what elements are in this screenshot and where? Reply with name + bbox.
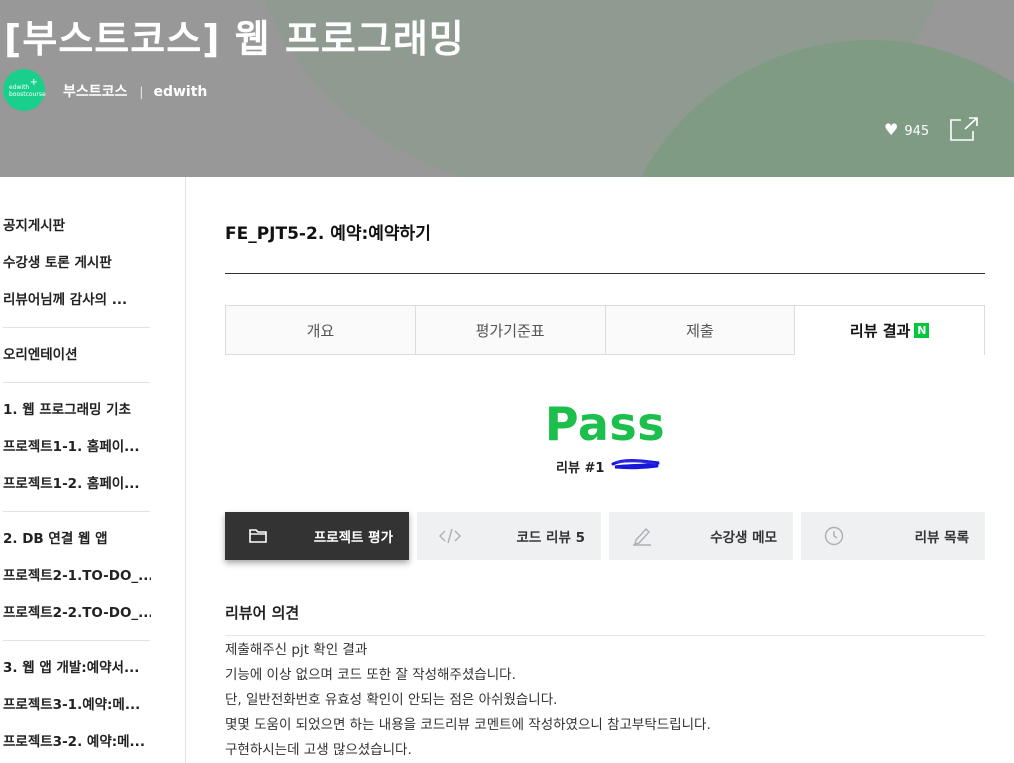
sidebar-item-thanks-reviewer[interactable]: 리뷰어님께 감사의 ... <box>3 282 151 319</box>
title-divider <box>225 273 985 274</box>
sidebar-item-project3-1[interactable]: 프로젝트3-1.예약:메... <box>3 687 151 724</box>
sidebar-group-orientation: 오리엔테이션 <box>0 337 185 374</box>
pencil-icon <box>633 527 651 546</box>
mission-title: FE_PJT5-2. 예약:예약하기 <box>225 224 431 244</box>
review-result-status: Pass <box>544 397 666 451</box>
tab-rubric[interactable]: 평가기준표 <box>415 306 606 355</box>
folder-icon <box>249 529 267 543</box>
mission-tabs: 개요 평가기준표 제출 리뷰 결과 N <box>225 305 985 355</box>
opinion-line: 기능에 이상 없으며 코드 또한 잘 작성해주셨습니다. <box>225 667 516 683</box>
reviewer-opinion-body: 제출해주신 pjt 확인 결과 기능에 이상 없으며 코드 또한 잘 작성해주셨… <box>225 638 985 763</box>
sidebar-item-notice-board[interactable]: 공지게시판 <box>3 208 151 245</box>
breadcrumb-separator: | <box>139 85 144 99</box>
student-memo-button[interactable]: 수강생 메모 <box>609 512 793 560</box>
tab-review-result[interactable]: 리뷰 결과 N <box>795 306 985 355</box>
like-count: 945 <box>904 124 930 139</box>
sidebar-item-project1-1[interactable]: 프로젝트1-1. 홈페이... <box>3 429 151 466</box>
review-action-bar: 프로젝트 평가 코드 리뷰 5 수강생 메모 리뷰 목록 <box>225 512 985 560</box>
review-number: 리뷰 #1 <box>556 461 605 476</box>
code-icon <box>439 528 461 544</box>
breadcrumb: 부스트코스 | edwith <box>63 81 207 101</box>
sidebar-item-project3-2[interactable]: 프로젝트3-2. 예약:메... <box>3 724 151 761</box>
course-title: [부스트코스] 웹 프로그래밍 <box>4 17 465 61</box>
sidebar-group-chapter2: 2. DB 연결 웹 앱 프로젝트2-1.TO-DO_... 프로젝트2-2.T… <box>0 521 185 632</box>
sidebar-group-chapter3: 3. 웹 앱 개발:예약서... 프로젝트3-1.예약:메... 프로젝트3-2… <box>0 650 185 761</box>
boostcourse-logo[interactable]: edwith boostcourse + <box>3 69 46 111</box>
sidebar-item-orientation[interactable]: 오리엔테이션 <box>3 337 151 374</box>
tab-overview[interactable]: 개요 <box>226 306 416 355</box>
sidebar-nav: 공지게시판 수강생 토론 게시판 리뷰어님께 감사의 ... 오리엔테이션 1.… <box>0 177 186 763</box>
redacted-reviewer-name <box>611 459 660 470</box>
breadcrumb-edwith[interactable]: edwith <box>153 84 207 100</box>
sidebar-item-chapter3[interactable]: 3. 웹 앱 개발:예약서... <box>3 650 151 687</box>
opinion-line: 구현하시는데 고생 많으셨습니다. <box>225 742 412 758</box>
opinion-line: 몇몇 도움이 되었으면 하는 내용을 코드리뷰 코멘트에 작성하였으니 참고부탁… <box>225 717 711 733</box>
sidebar-item-project2-2[interactable]: 프로젝트2-2.TO-DO_... <box>3 595 151 632</box>
project-evaluation-button[interactable]: 프로젝트 평가 <box>225 512 409 560</box>
reviewer-opinion-heading: 리뷰어 의견 <box>225 604 300 622</box>
sidebar-item-project2-1[interactable]: 프로젝트2-1.TO-DO_... <box>3 558 151 595</box>
opinion-line: 단, 일반전화번호 유효성 확인이 안되는 점은 아쉬웠습니다. <box>225 692 558 708</box>
share-icon[interactable] <box>949 116 979 142</box>
sidebar-item-discussion-board[interactable]: 수강생 토론 게시판 <box>3 245 151 282</box>
sidebar-group-chapter1: 1. 웹 프로그래밍 기초 프로젝트1-1. 홈페이... 프로젝트1-2. 홈… <box>0 392 185 503</box>
tab-submit[interactable]: 제출 <box>605 306 796 355</box>
review-list-button[interactable]: 리뷰 목록 <box>801 512 985 560</box>
opinion-divider <box>225 635 985 636</box>
sidebar-group-board: 공지게시판 수강생 토론 게시판 리뷰어님께 감사의 ... <box>0 208 185 319</box>
opinion-line: 제출해주신 pjt 확인 결과 <box>225 642 368 658</box>
sidebar-item-chapter1[interactable]: 1. 웹 프로그래밍 기초 <box>3 392 151 429</box>
new-badge: N <box>914 323 930 338</box>
like-button[interactable]: ♥ 945 <box>884 120 929 139</box>
breadcrumb-boostcourse[interactable]: 부스트코스 <box>63 84 127 100</box>
heart-icon: ♥ <box>884 120 899 139</box>
sidebar-item-chapter2[interactable]: 2. DB 연결 웹 앱 <box>3 521 151 558</box>
sidebar-item-project1-2[interactable]: 프로젝트1-2. 홈페이... <box>3 466 151 503</box>
code-review-button[interactable]: 코드 리뷰 5 <box>417 512 601 560</box>
clock-icon <box>824 526 844 546</box>
course-header-banner: [부스트코스] 웹 프로그래밍 edwith boostcourse + 부스트… <box>0 0 1014 177</box>
